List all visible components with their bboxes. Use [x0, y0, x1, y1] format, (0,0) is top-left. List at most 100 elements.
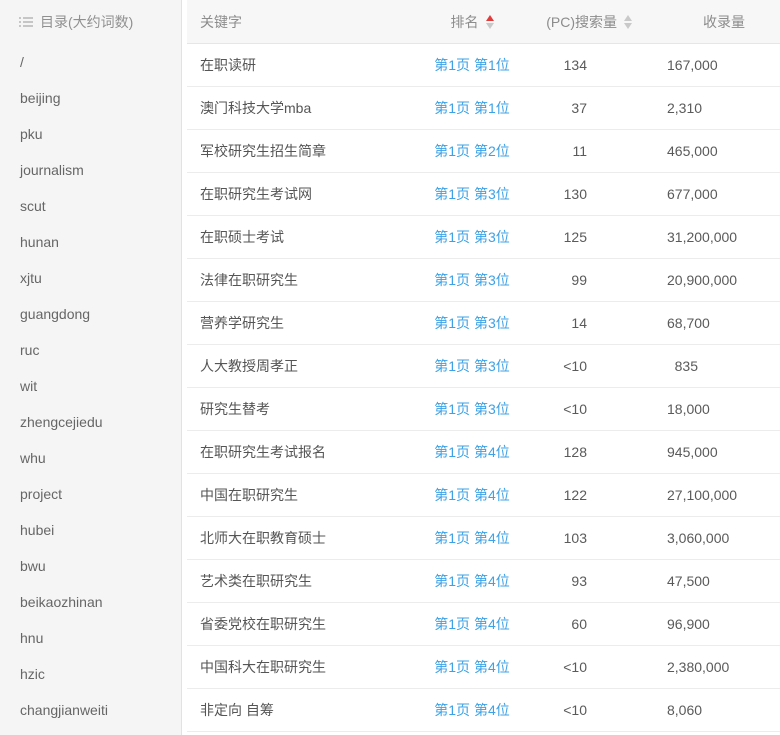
directory-list: /beijingpkujournalismscuthunanxjtuguangd…: [0, 44, 181, 728]
rank-link[interactable]: 第1页 第4位: [434, 700, 509, 720]
sidebar-header: 目录(大约词数): [0, 0, 181, 44]
rank-link[interactable]: 第1页 第3位: [434, 184, 509, 204]
rank-link[interactable]: 第1页 第3位: [434, 270, 509, 290]
sort-asc-icon[interactable]: [486, 15, 494, 21]
sidebar-item[interactable]: pku: [0, 116, 181, 152]
sidebar-item[interactable]: bwu: [0, 548, 181, 584]
sidebar-item[interactable]: ruc: [0, 332, 181, 368]
table-header-row: 关键字 排名 (PC)搜索量 收录量: [187, 0, 780, 44]
search-volume-cell: 11: [537, 143, 667, 159]
rank-link[interactable]: 第1页 第3位: [434, 313, 509, 333]
search-volume-cell: 60: [537, 616, 667, 632]
table-row: 人大教授周孝正 第1页 第3位 <10 835: [187, 345, 780, 388]
keyword-cell: 法律在职研究生: [187, 270, 407, 290]
sort-search-volume-icon[interactable]: [624, 15, 632, 29]
index-volume-cell: 3,060,000: [667, 530, 780, 546]
keyword-table: 关键字 排名 (PC)搜索量 收录量 在职读研 第1页 第: [187, 0, 780, 735]
search-volume-cell: 134: [537, 57, 667, 73]
keyword-cell: 中国在职研究生: [187, 485, 407, 505]
search-volume-cell: <10: [537, 358, 667, 374]
sidebar-item[interactable]: changjianweiti: [0, 692, 181, 728]
keyword-cell: 北师大在职教育硕士: [187, 528, 407, 548]
keyword-cell: 军校研究生招生简章: [187, 141, 407, 161]
rank-link[interactable]: 第1页 第3位: [434, 399, 509, 419]
search-volume-cell: 130: [537, 186, 667, 202]
search-volume-cell: 128: [537, 444, 667, 460]
index-volume-cell: 835: [667, 358, 780, 374]
sidebar-item[interactable]: /: [0, 44, 181, 80]
app-window: 目录(大约词数) /beijingpkujournalismscuthunanx…: [0, 0, 780, 735]
table-row: 在职研究生考试报名 第1页 第4位 128 945,000: [187, 431, 780, 474]
table-row: 澳门科技大学mba 第1页 第1位 37 2,310: [187, 87, 780, 130]
rank-link[interactable]: 第1页 第4位: [434, 614, 509, 634]
sort-asc-icon[interactable]: [624, 15, 632, 21]
table-row: 北师大在职教育硕士 第1页 第4位 103 3,060,000: [187, 517, 780, 560]
sort-desc-icon[interactable]: [624, 23, 632, 29]
rank-link[interactable]: 第1页 第2位: [434, 141, 509, 161]
index-volume-cell: 96,900: [667, 616, 780, 632]
table-row: 研究生替考 第1页 第3位 <10 18,000: [187, 388, 780, 431]
column-header-keyword-label: 关键字: [200, 14, 242, 30]
rank-link[interactable]: 第1页 第4位: [434, 485, 509, 505]
column-header-rank[interactable]: 排名: [407, 12, 537, 32]
rank-link[interactable]: 第1页 第3位: [434, 356, 509, 376]
index-volume-cell: 47,500: [667, 573, 780, 589]
index-volume-cell: 31,200,000: [667, 229, 780, 245]
sidebar-item[interactable]: journalism: [0, 152, 181, 188]
sidebar-item[interactable]: project: [0, 476, 181, 512]
keyword-cell: 澳门科技大学mba: [187, 98, 407, 118]
keyword-cell: 研究生替考: [187, 399, 407, 419]
index-volume-cell: 167,000: [667, 57, 780, 73]
rank-link[interactable]: 第1页 第1位: [434, 98, 509, 118]
sidebar-item[interactable]: zhengcejiedu: [0, 404, 181, 440]
column-header-search-volume[interactable]: (PC)搜索量: [537, 12, 667, 32]
sidebar-item[interactable]: hubei: [0, 512, 181, 548]
sidebar: 目录(大约词数) /beijingpkujournalismscuthunanx…: [0, 0, 182, 735]
rank-link[interactable]: 第1页 第3位: [434, 227, 509, 247]
rank-link[interactable]: 第1页 第4位: [434, 528, 509, 548]
index-volume-cell: 18,000: [667, 401, 780, 417]
column-header-keyword: 关键字: [187, 12, 407, 32]
search-volume-cell: 103: [537, 530, 667, 546]
sidebar-item[interactable]: hnu: [0, 620, 181, 656]
table-row: 军校研究生招生简章 第1页 第2位 11 465,000: [187, 130, 780, 173]
sort-desc-icon[interactable]: [486, 23, 494, 29]
rank-link[interactable]: 第1页 第1位: [434, 55, 509, 75]
list-icon: [19, 15, 33, 29]
column-header-rank-label: 排名: [451, 12, 479, 32]
search-volume-cell: 125: [537, 229, 667, 245]
keyword-cell: 中国科大在职研究生: [187, 657, 407, 677]
sidebar-item[interactable]: guangdong: [0, 296, 181, 332]
sort-rank-icon[interactable]: [486, 15, 494, 29]
search-volume-cell: 14: [537, 315, 667, 331]
rank-link[interactable]: 第1页 第4位: [434, 442, 509, 462]
column-header-index-volume: 收录量: [667, 12, 780, 32]
search-volume-cell: 122: [537, 487, 667, 503]
search-volume-cell: 93: [537, 573, 667, 589]
sidebar-item[interactable]: hunan: [0, 224, 181, 260]
index-volume-cell: 2,380,000: [667, 659, 780, 675]
keyword-cell: 营养学研究生: [187, 313, 407, 333]
index-volume-cell: 8,060: [667, 702, 780, 718]
sidebar-item[interactable]: beikaozhinan: [0, 584, 181, 620]
rank-link[interactable]: 第1页 第4位: [434, 571, 509, 591]
table-row: 中国在职研究生 第1页 第4位 122 27,100,000: [187, 474, 780, 517]
column-header-index-volume-label: 收录量: [703, 14, 745, 30]
table-body: 在职读研 第1页 第1位 134 167,000 澳门科技大学mba 第1页 第…: [187, 44, 780, 732]
sidebar-item[interactable]: xjtu: [0, 260, 181, 296]
index-volume-cell: 68,700: [667, 315, 780, 331]
search-volume-cell: 37: [537, 100, 667, 116]
sidebar-title: 目录(大约词数): [40, 12, 133, 32]
sidebar-item[interactable]: wit: [0, 368, 181, 404]
sidebar-item[interactable]: scut: [0, 188, 181, 224]
rank-link[interactable]: 第1页 第4位: [434, 657, 509, 677]
sidebar-item[interactable]: hzic: [0, 656, 181, 692]
keyword-cell: 在职研究生考试报名: [187, 442, 407, 462]
column-header-search-volume-label: (PC)搜索量: [546, 12, 617, 32]
sidebar-item[interactable]: beijing: [0, 80, 181, 116]
table-row: 营养学研究生 第1页 第3位 14 68,700: [187, 302, 780, 345]
search-volume-cell: <10: [537, 702, 667, 718]
table-row: 省委党校在职研究生 第1页 第4位 60 96,900: [187, 603, 780, 646]
keyword-cell: 省委党校在职研究生: [187, 614, 407, 634]
sidebar-item[interactable]: whu: [0, 440, 181, 476]
